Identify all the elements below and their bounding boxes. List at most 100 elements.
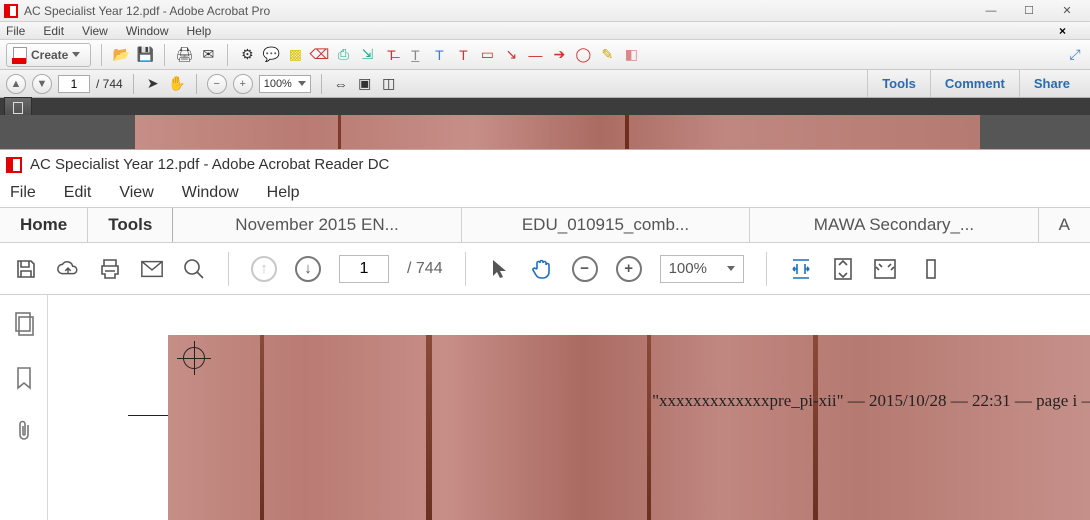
prev-page-button[interactable]: ↑ bbox=[251, 256, 277, 282]
next-page-button[interactable]: ▼ bbox=[32, 74, 52, 94]
email-icon[interactable]: ✉ bbox=[199, 46, 217, 64]
pro-page-preview bbox=[0, 115, 1090, 149]
gear-icon[interactable]: ⚙ bbox=[238, 46, 256, 64]
email-icon[interactable] bbox=[140, 257, 164, 281]
select-tool-icon[interactable]: ➤ bbox=[144, 75, 162, 93]
select-tool-icon[interactable] bbox=[488, 257, 512, 281]
more-tools-icon[interactable] bbox=[919, 257, 943, 281]
tab-doc-2[interactable]: EDU_010915_comb... bbox=[462, 208, 750, 242]
fullscreen-icon[interactable]: ⤢ bbox=[1066, 46, 1084, 64]
document-close-icon[interactable]: × bbox=[1059, 24, 1066, 38]
save-icon[interactable] bbox=[14, 257, 38, 281]
chevron-down-icon bbox=[298, 81, 306, 86]
pro-doc-frame bbox=[0, 98, 1090, 115]
dc-window-title: AC Specialist Year 12.pdf - Adobe Acroba… bbox=[30, 156, 389, 173]
two-page-icon[interactable]: ◫ bbox=[380, 75, 398, 93]
create-button[interactable]: Create bbox=[6, 43, 91, 67]
search-icon[interactable] bbox=[182, 257, 206, 281]
dc-tab-bar: Home Tools November 2015 EN... EDU_01091… bbox=[0, 207, 1090, 243]
tab-doc-3[interactable]: MAWA Secondary_... bbox=[750, 208, 1038, 242]
text-strike-icon[interactable]: T̶ bbox=[382, 46, 400, 64]
pencil-icon[interactable]: ✎ bbox=[598, 46, 616, 64]
zoom-select[interactable]: 100% bbox=[660, 255, 744, 283]
menu-file[interactable]: File bbox=[6, 24, 25, 38]
share-panel-link[interactable]: Share bbox=[1019, 70, 1084, 97]
acrobat-reader-icon bbox=[6, 157, 22, 173]
line-icon[interactable]: — bbox=[526, 46, 544, 64]
menu-window[interactable]: Window bbox=[182, 184, 239, 202]
zoom-in-button[interactable]: + bbox=[233, 74, 253, 94]
pro-window-title: AC Specialist Year 12.pdf - Adobe Acroba… bbox=[24, 4, 270, 18]
tab-doc-1[interactable]: November 2015 EN... bbox=[173, 208, 461, 242]
menu-help[interactable]: Help bbox=[267, 184, 300, 202]
sticky-note-icon[interactable]: 💬 bbox=[262, 46, 280, 64]
text-box-icon[interactable]: T bbox=[454, 46, 472, 64]
dc-sidebar bbox=[0, 295, 48, 520]
stamp-add-icon[interactable]: ⎙ bbox=[334, 46, 352, 64]
minimize-button[interactable]: — bbox=[972, 0, 1010, 22]
open-icon[interactable]: 📂 bbox=[112, 46, 130, 64]
menu-view[interactable]: View bbox=[119, 184, 153, 202]
stamp-delete-icon[interactable]: ⌫ bbox=[310, 46, 328, 64]
highlight-icon[interactable]: ▩ bbox=[286, 46, 304, 64]
stamp-replace-icon[interactable]: ⇲ bbox=[358, 46, 376, 64]
tab-home[interactable]: Home bbox=[0, 208, 88, 242]
eraser-icon[interactable]: ◧ bbox=[622, 46, 640, 64]
prev-page-button[interactable]: ▲ bbox=[6, 74, 26, 94]
close-button[interactable]: ✕ bbox=[1048, 0, 1086, 22]
zoom-value: 100% bbox=[669, 260, 707, 277]
comment-panel-link[interactable]: Comment bbox=[930, 70, 1019, 97]
print-icon[interactable]: 🖨 bbox=[175, 46, 193, 64]
page-total-label: / 744 bbox=[407, 260, 443, 278]
hand-tool-icon[interactable] bbox=[530, 257, 554, 281]
dc-document-area[interactable]: "xxxxxxxxxxxxxpre_pi-xii" — 2015/10/28 —… bbox=[48, 295, 1090, 520]
fit-page-icon[interactable] bbox=[831, 257, 855, 281]
page-number-input[interactable] bbox=[58, 75, 90, 93]
zoom-value: 100% bbox=[264, 78, 292, 90]
page-number-input[interactable] bbox=[339, 255, 389, 283]
menu-edit[interactable]: Edit bbox=[64, 184, 92, 202]
zoom-select[interactable]: 100% bbox=[259, 75, 311, 93]
menu-file[interactable]: File bbox=[10, 184, 36, 202]
tab-tools[interactable]: Tools bbox=[88, 208, 173, 242]
menu-help[interactable]: Help bbox=[187, 24, 212, 38]
fit-width-icon[interactable] bbox=[789, 257, 813, 281]
callout-icon[interactable]: ↘ bbox=[502, 46, 520, 64]
text-underline-icon[interactable]: T̲ bbox=[406, 46, 424, 64]
zoom-in-button[interactable]: + bbox=[616, 256, 642, 282]
dc-main-toolbar: ↑ ↓ / 744 − + 100% bbox=[0, 243, 1090, 295]
read-mode-icon[interactable] bbox=[873, 257, 897, 281]
zoom-out-button[interactable]: − bbox=[207, 74, 227, 94]
save-icon[interactable]: 💾 bbox=[136, 46, 154, 64]
registration-mark-icon bbox=[183, 347, 205, 369]
tab-doc-4[interactable]: A bbox=[1039, 208, 1090, 242]
menu-edit[interactable]: Edit bbox=[43, 24, 64, 38]
pdf-icon bbox=[13, 47, 27, 63]
fit-width-icon[interactable]: ⇔ bbox=[332, 75, 350, 93]
hand-tool-icon[interactable]: ✋ bbox=[168, 75, 186, 93]
menu-window[interactable]: Window bbox=[126, 24, 169, 38]
fit-page-icon[interactable]: ▣ bbox=[356, 75, 374, 93]
dc-titlebar: AC Specialist Year 12.pdf - Adobe Acroba… bbox=[0, 149, 1090, 179]
chevron-down-icon bbox=[727, 266, 735, 271]
print-icon[interactable] bbox=[98, 257, 122, 281]
rectangle-icon[interactable]: ▭ bbox=[478, 46, 496, 64]
create-label: Create bbox=[31, 48, 68, 62]
oval-icon[interactable]: ◯ bbox=[574, 46, 592, 64]
tools-panel-link[interactable]: Tools bbox=[867, 70, 930, 97]
cloud-upload-icon[interactable] bbox=[56, 257, 80, 281]
text-insert-icon[interactable]: T bbox=[430, 46, 448, 64]
maximize-button[interactable]: ☐ bbox=[1010, 0, 1048, 22]
menu-view[interactable]: View bbox=[82, 24, 108, 38]
arrow-icon[interactable]: ➔ bbox=[550, 46, 568, 64]
dc-menubar: File Edit View Window Help bbox=[0, 179, 1090, 207]
thumbnails-icon[interactable] bbox=[13, 311, 35, 340]
page-total-label: / 744 bbox=[96, 77, 123, 91]
chevron-down-icon bbox=[72, 52, 80, 57]
bookmark-icon[interactable] bbox=[14, 366, 34, 393]
attachment-icon[interactable] bbox=[14, 419, 34, 446]
next-page-button[interactable]: ↓ bbox=[295, 256, 321, 282]
pro-menubar: File Edit View Window Help × bbox=[0, 22, 1090, 40]
pro-page-toolbar: ▲ ▼ / 744 ➤ ✋ − + 100% ⇔ ▣ ◫ Tools Comme… bbox=[0, 70, 1090, 98]
zoom-out-button[interactable]: − bbox=[572, 256, 598, 282]
